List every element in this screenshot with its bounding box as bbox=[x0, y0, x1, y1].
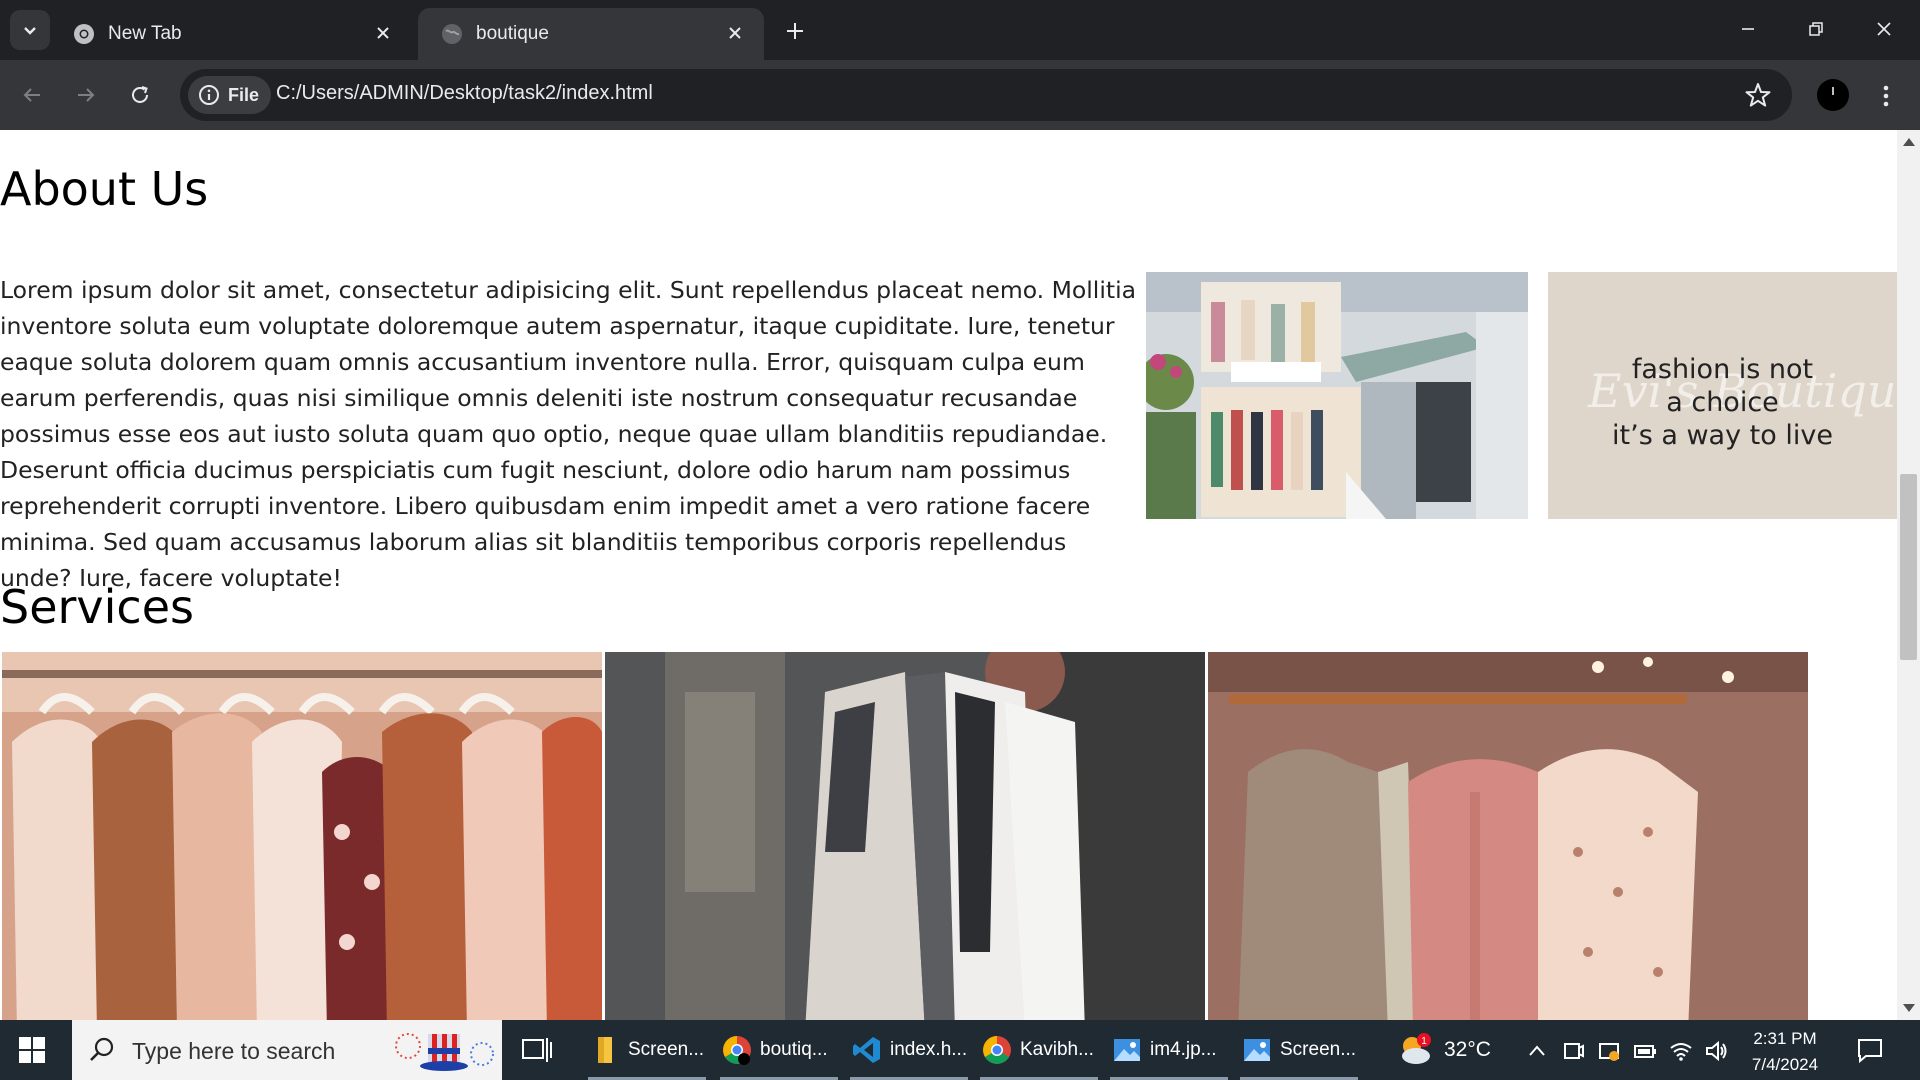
quote-line: a choice bbox=[1666, 387, 1779, 418]
service-image-clothing-rack bbox=[2, 652, 602, 1020]
chrome-icon bbox=[723, 1036, 751, 1065]
sync-status-icon[interactable] bbox=[1596, 1038, 1622, 1064]
plus-icon bbox=[787, 23, 803, 39]
taskbar-app-vscode[interactable]: index.h... bbox=[846, 1020, 972, 1080]
url-text[interactable]: C:/Users/ADMIN/Desktop/task2/index.html bbox=[276, 82, 653, 105]
quote-line: fashion is not bbox=[1631, 354, 1814, 385]
info-icon bbox=[199, 85, 219, 105]
about-paragraph: Lorem ipsum dolor sit amet, consectetur … bbox=[0, 276, 1136, 592]
about-heading: About Us bbox=[0, 162, 209, 216]
windows-taskbar: Type here to search Screen... boutiq... … bbox=[0, 1020, 1920, 1080]
services-heading: Services bbox=[0, 580, 194, 634]
scroll-up-arrow-icon[interactable] bbox=[1903, 138, 1915, 146]
globe-favicon-icon bbox=[440, 22, 464, 46]
taskbar-app-label: Kavibh... bbox=[1020, 1039, 1094, 1060]
browser-toolbar: File C:/Users/ADMIN/Desktop/task2/index.… bbox=[0, 60, 1920, 130]
clock-date: 7/4/2024 bbox=[1751, 1055, 1819, 1074]
restore-button[interactable] bbox=[1788, 8, 1844, 50]
task-view-icon[interactable] bbox=[520, 1034, 554, 1066]
bookmark-star-icon[interactable] bbox=[1744, 81, 1772, 109]
minimize-icon bbox=[1742, 28, 1754, 30]
boutique-storefront-image bbox=[1146, 272, 1528, 519]
close-tab-icon[interactable] bbox=[370, 20, 396, 46]
volume-icon[interactable] bbox=[1704, 1038, 1730, 1064]
clock-time: 2:31 PM bbox=[1753, 1029, 1817, 1048]
folder-icon bbox=[598, 1037, 612, 1063]
notification-center-icon[interactable] bbox=[1856, 1036, 1884, 1064]
tab-title: New Tab bbox=[108, 23, 182, 44]
address-bar[interactable]: File C:/Users/ADMIN/Desktop/task2/index.… bbox=[180, 69, 1792, 121]
taskbar-app-photos-screen[interactable]: Screen... bbox=[1236, 1020, 1362, 1080]
taskbar-app-label: index.h... bbox=[890, 1039, 968, 1060]
tab-title: boutique bbox=[476, 23, 549, 44]
weather-temperature: 32°C bbox=[1444, 1038, 1491, 1061]
tab-boutique[interactable]: boutique bbox=[418, 8, 764, 60]
fashion-quote-card: Evi's Boutique fashion is not a choice i… bbox=[1548, 272, 1897, 519]
chevron-down-icon bbox=[24, 27, 36, 35]
search-placeholder: Type here to search bbox=[132, 1038, 336, 1064]
weather-badge: 1 bbox=[1421, 1036, 1427, 1047]
avatar-icon bbox=[1832, 87, 1834, 95]
uncle-sam-hat-icon bbox=[395, 1033, 494, 1071]
taskbar-app-file-explorer[interactable]: Screen... bbox=[584, 1020, 710, 1080]
chrome-icon bbox=[983, 1036, 1011, 1064]
site-info-chip[interactable]: File bbox=[188, 76, 272, 114]
wifi-icon[interactable] bbox=[1668, 1038, 1694, 1064]
reload-button[interactable] bbox=[120, 75, 160, 115]
weather-widget[interactable]: 1 32°C bbox=[1396, 1032, 1491, 1068]
page-scrollbar[interactable] bbox=[1897, 130, 1920, 1020]
photos-icon bbox=[1114, 1039, 1140, 1061]
taskbar-app-chrome-kavibh[interactable]: Kavibh... bbox=[976, 1020, 1102, 1080]
weather-cloud-sun-icon: 1 bbox=[1402, 1033, 1431, 1064]
browser-menu-button[interactable] bbox=[1868, 78, 1904, 114]
taskbar-app-label: im4.jp... bbox=[1150, 1039, 1217, 1060]
browser-tab-strip: New Tab boutique bbox=[0, 0, 1920, 60]
search-icon bbox=[90, 1037, 114, 1061]
service-image-white-dress bbox=[605, 652, 1205, 1020]
taskbar-app-label: Screen... bbox=[628, 1039, 705, 1060]
back-button[interactable] bbox=[12, 75, 52, 115]
close-tab-icon[interactable] bbox=[722, 20, 748, 46]
chevron-up-icon[interactable] bbox=[1524, 1038, 1550, 1064]
taskbar-search-box[interactable]: Type here to search bbox=[72, 1020, 502, 1080]
restore-icon bbox=[1809, 22, 1823, 36]
taskbar-app-label: Screen... bbox=[1280, 1039, 1357, 1060]
windows-logo-icon bbox=[19, 1037, 45, 1063]
forward-button[interactable] bbox=[66, 75, 106, 115]
close-icon bbox=[1877, 22, 1891, 36]
reload-icon bbox=[132, 86, 148, 103]
minimize-button[interactable] bbox=[1720, 8, 1776, 50]
arrow-right-icon bbox=[78, 88, 95, 102]
arrow-left-icon bbox=[23, 88, 40, 102]
system-clock[interactable]: 2:31 PM 7/4/2024 bbox=[1740, 1026, 1830, 1078]
photos-icon bbox=[1244, 1039, 1270, 1061]
taskbar-app-label: boutiq... bbox=[760, 1039, 828, 1060]
scroll-down-arrow-icon[interactable] bbox=[1903, 1004, 1915, 1012]
site-chip-label: File bbox=[228, 84, 260, 105]
scrollbar-thumb[interactable] bbox=[1900, 474, 1917, 660]
more-vertical-icon bbox=[1883, 85, 1889, 107]
chrome-favicon-icon bbox=[72, 22, 96, 46]
meet-camera-icon[interactable] bbox=[1560, 1038, 1586, 1064]
start-button[interactable] bbox=[14, 1032, 50, 1068]
tab-new-tab[interactable]: New Tab bbox=[50, 8, 412, 60]
close-window-button[interactable] bbox=[1856, 8, 1912, 50]
vscode-icon bbox=[853, 1037, 880, 1063]
quote-line: it’s a way to live bbox=[1612, 420, 1833, 451]
taskbar-app-photos-im4[interactable]: im4.jp... bbox=[1106, 1020, 1232, 1080]
page-viewport: About Us Lorem ipsum dolor sit amet, con… bbox=[0, 130, 1897, 1020]
taskbar-app-chrome-boutique[interactable]: boutiq... bbox=[716, 1020, 842, 1080]
service-image-blouses bbox=[1208, 652, 1808, 1020]
battery-icon[interactable] bbox=[1632, 1038, 1658, 1064]
new-tab-button[interactable] bbox=[778, 14, 812, 48]
profile-avatar[interactable] bbox=[1817, 79, 1849, 111]
tab-search-button[interactable] bbox=[10, 10, 50, 50]
